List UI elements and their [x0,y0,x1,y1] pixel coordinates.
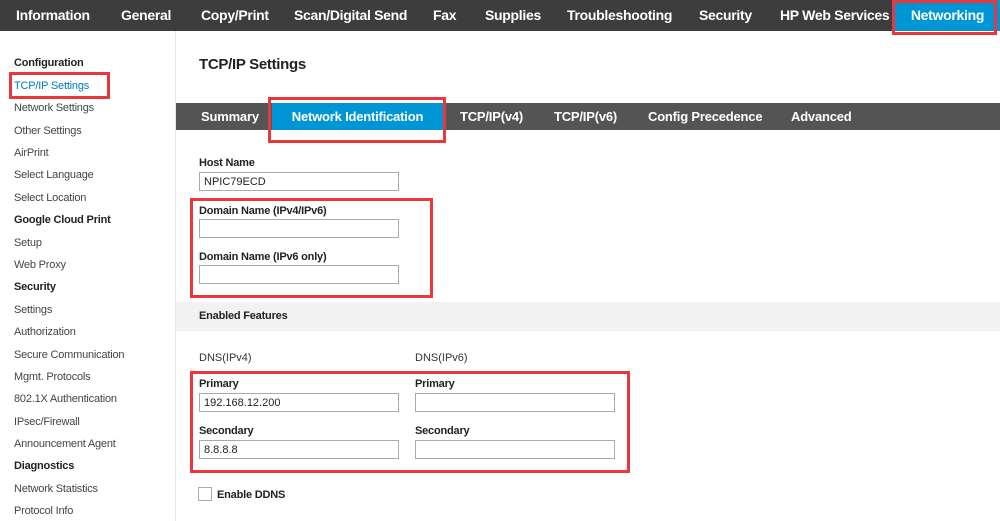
dns-ipv6-heading: DNS(IPv6) [415,352,468,364]
tab-networking[interactable]: Networking [895,0,1000,31]
tab-troubleshooting[interactable]: Troubleshooting [567,0,672,31]
domain-name-ipv4-ipv6-input[interactable] [199,219,399,238]
sidebar-item-settings[interactable]: Settings [14,304,52,316]
subtab-network-identification[interactable]: Network Identification [272,103,443,130]
sidebar-item-secure-communication[interactable]: Secure Communication [14,349,125,361]
tab-information[interactable]: Information [16,0,90,31]
dns-ipv4-primary-label: Primary [199,378,239,390]
sidebar-heading-security: Security [14,281,56,293]
sidebar-item-protocol-info[interactable]: Protocol Info [14,505,73,517]
sidebar-item-8021x-authentication[interactable]: 802.1X Authentication [14,393,117,405]
sidebar-heading-google-cloud-print: Google Cloud Print [14,214,111,226]
enabled-features-bar: Enabled Features [176,302,1000,331]
enabled-features-heading: Enabled Features [199,310,288,322]
tab-fax[interactable]: Fax [433,0,457,31]
tab-supplies[interactable]: Supplies [485,0,541,31]
sidebar-item-network-statistics[interactable]: Network Statistics [14,483,98,495]
tab-general[interactable]: General [121,0,171,31]
tab-scan-digital-send[interactable]: Scan/Digital Send [294,0,407,31]
sidebar-item-web-proxy[interactable]: Web Proxy [14,259,66,271]
subtab-tcpip-v6[interactable]: TCP/IP(v6) [554,103,617,130]
sidebar-item-other-settings[interactable]: Other Settings [14,125,82,137]
dns-ipv4-primary-input[interactable] [199,393,399,412]
enable-ddns-checkbox[interactable] [198,487,212,501]
sidebar-item-airprint[interactable]: AirPrint [14,147,49,159]
domain-name-ipv6-only-label: Domain Name (IPv6 only) [199,251,327,263]
tab-hp-web-services[interactable]: HP Web Services [780,0,890,31]
host-name-input[interactable] [199,172,399,191]
host-name-label: Host Name [199,157,255,169]
sidebar-item-mgmt-protocols[interactable]: Mgmt. Protocols [14,371,91,383]
sidebar-item-ipsec-firewall[interactable]: IPsec/Firewall [14,416,80,428]
sidebar: Configuration TCP/IP Settings Network Se… [0,31,175,521]
dns-ipv6-secondary-input[interactable] [415,440,615,459]
subtab-summary[interactable]: Summary [201,103,259,130]
sidebar-item-tcpip-settings[interactable]: TCP/IP Settings [14,80,89,92]
sidebar-item-announcement-agent[interactable]: Announcement Agent [14,438,116,450]
page-title: TCP/IP Settings [199,56,306,73]
enable-ddns-label: Enable DDNS [217,489,286,501]
tab-security[interactable]: Security [699,0,752,31]
sidebar-heading-configuration: Configuration [14,57,84,69]
sub-navigation: Summary Network Identification TCP/IP(v4… [176,103,1000,130]
top-navigation: Information General Copy/Print Scan/Digi… [0,0,1000,31]
sidebar-item-select-language[interactable]: Select Language [14,169,94,181]
dns-ipv4-secondary-input[interactable] [199,440,399,459]
dns-ipv6-primary-label: Primary [415,378,455,390]
domain-name-ipv6-only-input[interactable] [199,265,399,284]
sidebar-item-authorization[interactable]: Authorization [14,326,76,338]
sidebar-item-select-location[interactable]: Select Location [14,192,86,204]
subtab-tcpip-v4[interactable]: TCP/IP(v4) [460,103,523,130]
sidebar-item-network-settings[interactable]: Network Settings [14,102,94,114]
dns-ipv4-secondary-label: Secondary [199,425,254,437]
dns-ipv6-secondary-label: Secondary [415,425,470,437]
sidebar-heading-diagnostics: Diagnostics [14,460,75,472]
domain-name-ipv4-ipv6-label: Domain Name (IPv4/IPv6) [199,205,327,217]
subtab-config-precedence[interactable]: Config Precedence [648,103,763,130]
subtab-advanced[interactable]: Advanced [791,103,852,130]
sidebar-item-setup[interactable]: Setup [14,237,42,249]
dns-ipv6-primary-input[interactable] [415,393,615,412]
dns-ipv4-heading: DNS(IPv4) [199,352,252,364]
tab-copy-print[interactable]: Copy/Print [201,0,269,31]
